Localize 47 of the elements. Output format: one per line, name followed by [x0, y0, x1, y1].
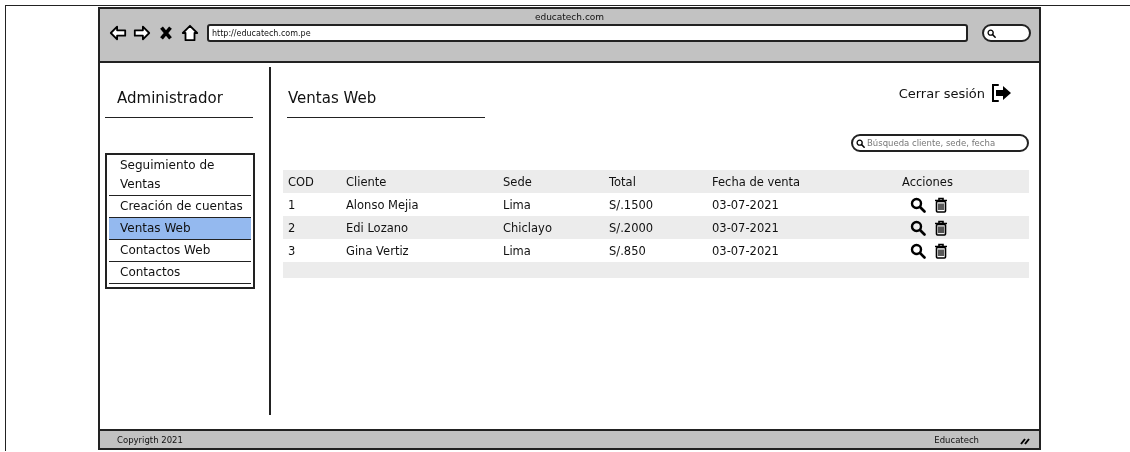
close-icon[interactable]	[157, 24, 175, 42]
table-cell: 03-07-2021	[712, 193, 872, 216]
table-cell: Lima	[503, 193, 609, 216]
table-cell: Alonso Mejia	[346, 193, 503, 216]
sidebar-item[interactable]: Seguimiento de Ventas	[109, 155, 251, 196]
table-cell: Edi Lozano	[346, 216, 503, 239]
home-icon[interactable]	[181, 24, 199, 42]
sidebar-item[interactable]: Contactos Web	[109, 240, 251, 262]
column-header: Total	[609, 170, 712, 193]
table-cell: S/.850	[609, 239, 712, 262]
window-title: educatech.com	[534, 12, 605, 22]
sidebar-item[interactable]: Ventas Web	[109, 218, 251, 240]
table-cell: Gina Vertiz	[346, 239, 503, 262]
search-field[interactable]: Búsqueda cliente, sede, fecha	[851, 134, 1029, 152]
trash-icon[interactable]	[933, 219, 949, 236]
address-field[interactable]: http://educatech.com.pe	[207, 24, 968, 42]
column-header: Acciones	[872, 170, 1029, 193]
search-icon	[856, 138, 865, 148]
column-header: Sede	[503, 170, 609, 193]
logout-button[interactable]: Cerrar sesión	[898, 83, 1013, 103]
search-icon	[987, 28, 996, 38]
column-header: Cliente	[346, 170, 503, 193]
table-cell: 3	[283, 239, 346, 262]
table-cell: S/.1500	[609, 193, 712, 216]
trash-icon[interactable]	[933, 196, 949, 213]
sidebar-item[interactable]: Contactos	[109, 262, 251, 284]
table-cell: Lima	[503, 239, 609, 262]
search-icon[interactable]	[910, 196, 926, 213]
logout-icon	[991, 83, 1013, 103]
forward-icon[interactable]	[133, 24, 151, 42]
search-icon[interactable]	[910, 219, 926, 236]
column-header: Fecha de venta	[712, 170, 872, 193]
page-title: Ventas Web	[288, 89, 378, 107]
table-cell: 03-07-2021	[712, 216, 872, 239]
table-cell: 1	[283, 193, 346, 216]
column-header: COD	[283, 170, 346, 193]
search-icon[interactable]	[910, 242, 926, 259]
table-cell: S/.2000	[609, 216, 712, 239]
back-icon[interactable]	[109, 24, 127, 42]
sidebar-title: Administrador	[117, 89, 224, 107]
table-cell: Chiclayo	[503, 216, 609, 239]
table-cell: 2	[283, 216, 346, 239]
table-cell: 03-07-2021	[712, 239, 872, 262]
browser-search-field[interactable]	[982, 24, 1031, 42]
brand-text: Educatech	[934, 434, 979, 445]
trash-icon[interactable]	[933, 242, 949, 259]
copyright-text: Copyrigth 2021	[117, 434, 183, 445]
